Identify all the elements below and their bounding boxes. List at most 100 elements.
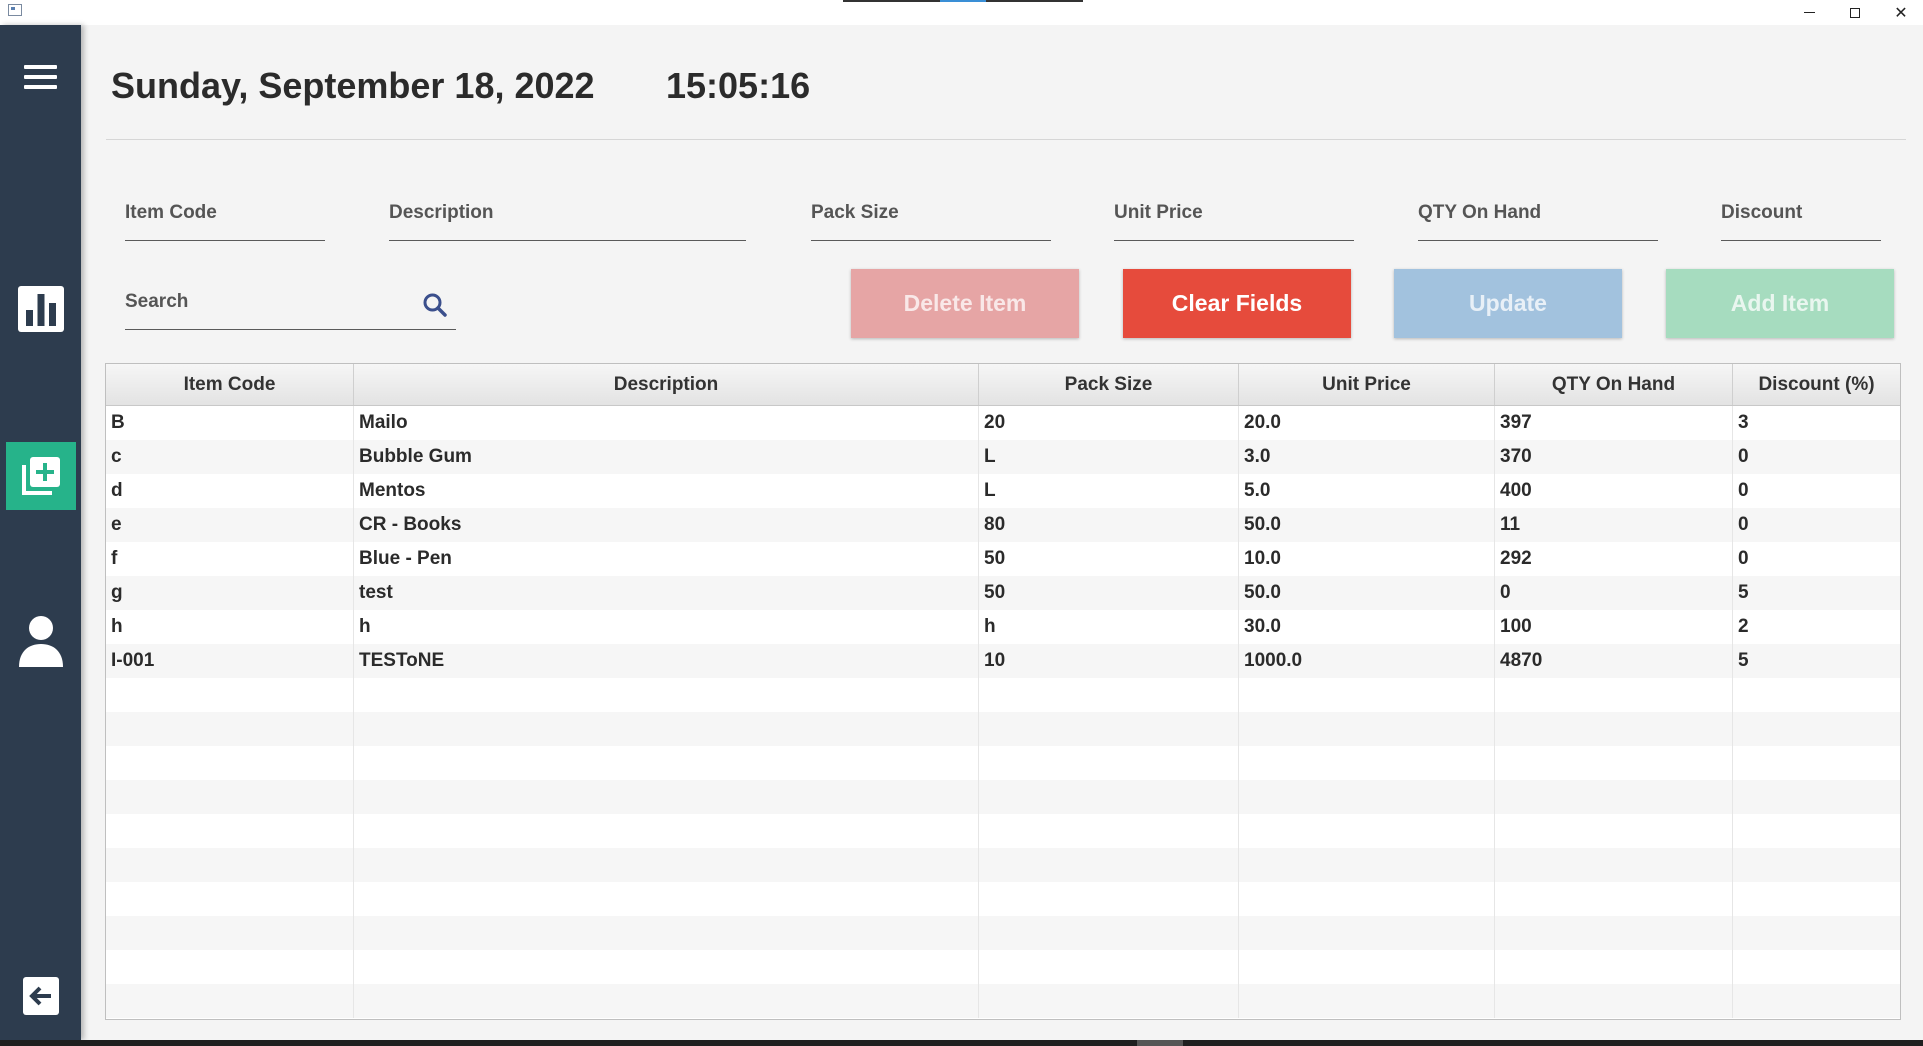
table-cell: 80	[979, 508, 1239, 542]
table-cell: 3.0	[1239, 440, 1495, 474]
table-cell: TESToNE	[354, 644, 979, 678]
table-cell: CR - Books	[354, 508, 979, 542]
close-button[interactable]: ✕	[1878, 0, 1923, 25]
table-row[interactable]: f Blue - Pen 50 10.0 292 0	[106, 542, 1900, 576]
items-table: Item Code Description Pack Size Unit Pri…	[105, 363, 1901, 1020]
table-row[interactable]	[106, 814, 1900, 848]
table-cell: 50	[979, 576, 1239, 610]
column-header[interactable]: Item Code	[106, 364, 354, 405]
table-cell: 397	[1495, 406, 1733, 440]
table-cell	[1733, 780, 1900, 814]
table-cell: 10	[979, 644, 1239, 678]
table-cell: 0	[1738, 514, 1749, 535]
table-cell	[1495, 950, 1733, 984]
discount-input[interactable]	[1721, 193, 1881, 233]
table-cell: 0	[1738, 446, 1749, 467]
table-body: B Mailo 20 20.0 397 3 c Bubble Gum L 3.0 370 0 d Ment…	[106, 406, 1900, 1018]
table-cell	[1495, 712, 1733, 746]
table-cell: 11	[1495, 508, 1733, 542]
sidebar-item-inventory[interactable]	[6, 442, 76, 510]
table-row[interactable]	[106, 678, 1900, 712]
add-stack-icon	[22, 457, 60, 495]
clear-fields-button[interactable]: Clear Fields	[1123, 269, 1351, 338]
logout-button[interactable]	[6, 962, 76, 1030]
column-header[interactable]: Discount (%)	[1733, 364, 1900, 405]
column-header[interactable]: Unit Price	[1239, 364, 1495, 405]
table-cell: e	[106, 508, 354, 542]
table-cell	[106, 848, 354, 882]
table-cell	[1239, 712, 1495, 746]
hamburger-menu-icon[interactable]	[24, 65, 57, 89]
table-cell: 10.0	[1239, 542, 1495, 576]
minimize-button[interactable]	[1786, 0, 1832, 25]
table-cell	[1733, 950, 1900, 984]
table-cell	[354, 950, 979, 984]
table-cell	[1733, 746, 1900, 780]
table-cell	[106, 984, 354, 1018]
table-cell	[1239, 780, 1495, 814]
sidebar-item-dashboard[interactable]	[6, 275, 76, 343]
delete-item-button[interactable]: Delete Item	[851, 269, 1079, 338]
table-cell	[1495, 882, 1733, 916]
table-cell: 0	[1738, 480, 1749, 501]
table-row[interactable]	[106, 746, 1900, 780]
table-row[interactable]: h h h 30.0 100 2	[106, 610, 1900, 644]
table-cell: Blue - Pen	[354, 542, 979, 576]
table-row[interactable]: d Mentos L 5.0 400 0	[106, 474, 1900, 508]
back-arrow-icon	[23, 977, 59, 1015]
table-cell	[354, 882, 979, 916]
discount-field	[1721, 193, 1881, 241]
table-row[interactable]	[106, 712, 1900, 746]
table-cell: Bubble Gum	[354, 440, 979, 474]
table-cell	[1495, 814, 1733, 848]
table-cell	[1733, 678, 1900, 712]
table-cell: B	[106, 406, 354, 440]
table-cell	[354, 746, 979, 780]
table-cell	[1733, 712, 1900, 746]
table-row[interactable]	[106, 882, 1900, 916]
sidebar	[0, 25, 81, 1040]
table-row[interactable]: g test 50 50.0 0 5	[106, 576, 1900, 610]
table-cell: h	[354, 610, 979, 644]
table-cell	[106, 678, 354, 712]
update-button[interactable]: Update	[1394, 269, 1622, 338]
table-row[interactable]: e CR - Books 80 50.0 11 0	[106, 508, 1900, 542]
unit-price-input[interactable]	[1114, 193, 1354, 233]
description-field	[389, 193, 746, 241]
table-cell: 370	[1495, 440, 1733, 474]
table-cell	[1239, 916, 1495, 950]
item-code-field	[125, 193, 325, 241]
minimize-icon	[1803, 12, 1815, 13]
table-cell	[106, 916, 354, 950]
maximize-button[interactable]	[1832, 0, 1878, 25]
qty-on-hand-input[interactable]	[1418, 193, 1658, 233]
table-cell: 5	[1738, 582, 1749, 603]
table-row[interactable]: B Mailo 20 20.0 397 3	[106, 406, 1900, 440]
table-row[interactable]	[106, 848, 1900, 882]
taskbar-strip	[0, 1040, 1923, 1046]
table-cell: 2	[1738, 616, 1749, 637]
column-header[interactable]: QTY On Hand	[1495, 364, 1733, 405]
table-row[interactable]	[106, 780, 1900, 814]
search-icon[interactable]	[422, 292, 448, 318]
table-cell	[979, 848, 1239, 882]
table-cell: h	[979, 610, 1239, 644]
table-cell: d	[106, 474, 354, 508]
table-row[interactable]	[106, 984, 1900, 1018]
search-input[interactable]	[125, 282, 405, 322]
column-header[interactable]: Description	[354, 364, 979, 405]
table-row[interactable]: I-001 TESToNE 10 1000.0 4870 5	[106, 644, 1900, 678]
table-row[interactable]	[106, 916, 1900, 950]
close-icon: ✕	[1894, 3, 1908, 22]
table-row[interactable]: c Bubble Gum L 3.0 370 0	[106, 440, 1900, 474]
column-header[interactable]: Pack Size	[979, 364, 1239, 405]
add-item-button[interactable]: Add Item	[1666, 269, 1894, 338]
table-cell	[354, 780, 979, 814]
pack-size-input[interactable]	[811, 193, 1051, 233]
description-input[interactable]	[389, 193, 746, 233]
table-row[interactable]	[106, 950, 1900, 984]
sidebar-item-user[interactable]	[6, 607, 76, 675]
item-code-input[interactable]	[125, 193, 325, 233]
table-cell: 0	[1738, 548, 1749, 569]
table-cell: f	[106, 542, 354, 576]
